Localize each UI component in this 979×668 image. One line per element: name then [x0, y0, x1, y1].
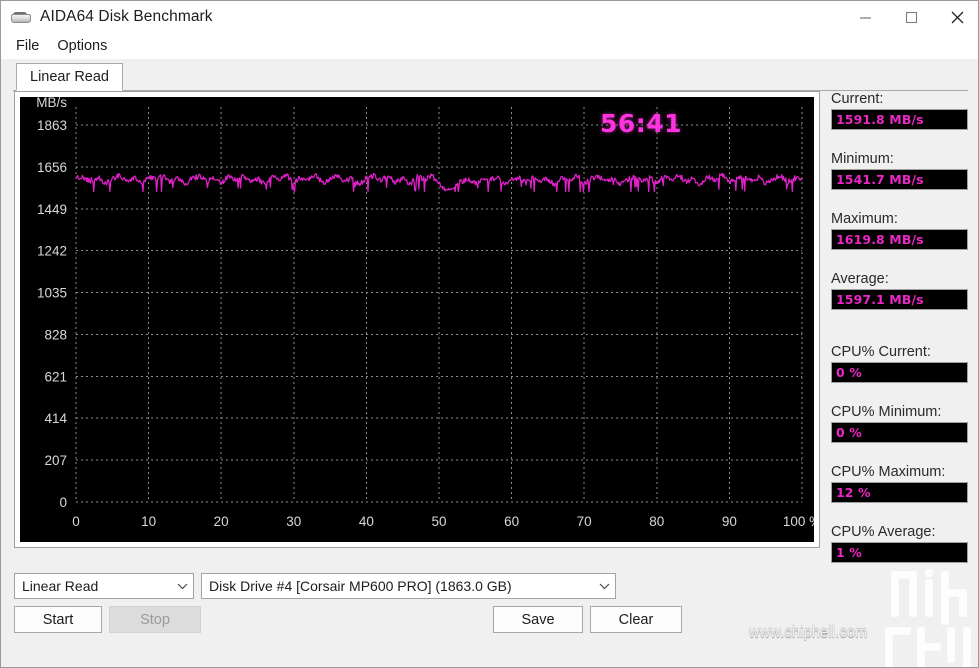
- disk-drive-select[interactable]: Disk Drive #4 [Corsair MP600 PRO] (1863.…: [201, 573, 616, 599]
- aida64-disk-benchmark-window: AIDA64 Disk Benchmark File Options Linea…: [0, 0, 979, 668]
- stat-box-cpu-average: 1 %: [831, 542, 968, 563]
- tab-linear-read[interactable]: Linear Read: [16, 63, 123, 91]
- stat-group-minimum: Minimum: 1541.7 MB/s: [831, 151, 976, 190]
- stat-box-average: 1597.1 MB/s: [831, 289, 968, 310]
- stat-group-cpu-average: CPU% Average: 1 %: [831, 524, 976, 563]
- control-bar: Linear Read Disk Drive #4 [Corsair MP600…: [1, 569, 978, 667]
- x-tick-label: 30: [286, 514, 301, 529]
- y-tick-label: 1242: [37, 244, 67, 259]
- elapsed-timer: 56:41: [600, 109, 683, 138]
- save-button[interactable]: Save: [493, 606, 583, 633]
- y-tick-label: 1656: [37, 160, 67, 175]
- stat-label-cpu-current: CPU% Current:: [831, 344, 931, 360]
- disk-drive-value: Disk Drive #4 [Corsair MP600 PRO] (1863.…: [209, 578, 512, 594]
- chevron-down-icon: [593, 582, 615, 590]
- y-tick-label: 828: [44, 327, 67, 342]
- x-tick-label: 100 %: [783, 514, 814, 529]
- window-title: AIDA64 Disk Benchmark: [40, 8, 213, 25]
- stat-box-cpu-maximum: 12 %: [831, 482, 968, 503]
- stat-value-maximum: 1619.8 MB/s: [836, 232, 924, 247]
- x-tick-label: 50: [431, 514, 446, 529]
- benchmark-chart-panel: 1863 1656 1449 1242 1035 828 621 414 207 0 MB/s 0 10…: [14, 91, 820, 548]
- stat-label-cpu-minimum: CPU% Minimum:: [831, 404, 942, 420]
- stat-label-minimum: Minimum:: [831, 151, 894, 167]
- x-tick-label: 20: [214, 514, 229, 529]
- stat-box-cpu-minimum: 0 %: [831, 422, 968, 443]
- stat-value-cpu-average: 1 %: [836, 545, 862, 560]
- stat-group-current: Current: 1591.8 MB/s: [831, 91, 976, 130]
- stat-group-cpu-maximum: CPU% Maximum: 12 %: [831, 464, 976, 503]
- x-tick-label: 60: [504, 514, 519, 529]
- stat-label-maximum: Maximum:: [831, 211, 898, 227]
- y-tick-label: 1035: [37, 286, 67, 301]
- stat-box-maximum: 1619.8 MB/s: [831, 229, 968, 250]
- chart-plot-area: 1863 1656 1449 1242 1035 828 621 414 207 0 MB/s 0 10…: [20, 97, 814, 542]
- y-tick-label: 207: [44, 453, 67, 468]
- stat-value-cpu-maximum: 12 %: [836, 485, 871, 500]
- x-tick-label: 90: [722, 514, 737, 529]
- y-tick-label: 414: [44, 411, 67, 426]
- title-bar: AIDA64 Disk Benchmark: [1, 1, 978, 33]
- y-axis-unit-label: MB/s: [36, 97, 67, 110]
- stat-value-current: 1591.8 MB/s: [836, 112, 924, 127]
- menu-item-file[interactable]: File: [9, 36, 46, 56]
- window-controls: [842, 1, 978, 33]
- stat-box-minimum: 1541.7 MB/s: [831, 169, 968, 190]
- menu-bar: File Options: [1, 33, 978, 59]
- start-button[interactable]: Start: [14, 606, 102, 633]
- x-tick-label: 10: [141, 514, 156, 529]
- x-tick-label: 40: [359, 514, 374, 529]
- stat-label-average: Average:: [831, 271, 889, 287]
- stat-group-average: Average: 1597.1 MB/s: [831, 271, 976, 310]
- x-tick-label: 80: [649, 514, 664, 529]
- stat-value-average: 1597.1 MB/s: [836, 292, 924, 307]
- close-button[interactable]: [934, 1, 978, 33]
- stat-label-cpu-average: CPU% Average:: [831, 524, 936, 540]
- stat-value-cpu-minimum: 0 %: [836, 425, 862, 440]
- chart-svg: 186316561449124210358286214142070MB/s0 10…: [36, 97, 814, 529]
- statistics-sidebar: Current: 1591.8 MB/s Minimum: 1541.7 MB/s Ma…: [831, 91, 976, 623]
- x-tick-label: 0: [72, 514, 80, 529]
- watermark-url: www.chiphell.com: [749, 625, 868, 641]
- chevron-down-icon: [171, 582, 193, 590]
- stat-value-cpu-current: 0 %: [836, 365, 862, 380]
- disk-drive-icon: [9, 8, 31, 26]
- minimize-button[interactable]: [842, 1, 888, 33]
- stat-label-current: Current:: [831, 91, 884, 107]
- y-tick-label: 0: [59, 495, 67, 510]
- y-tick-label: 1449: [37, 202, 67, 217]
- benchmark-mode-select[interactable]: Linear Read: [14, 573, 194, 599]
- benchmark-mode-value: Linear Read: [22, 578, 99, 594]
- stat-value-minimum: 1541.7 MB/s: [836, 172, 924, 187]
- clear-button[interactable]: Clear: [590, 606, 682, 633]
- stat-box-current: 1591.8 MB/s: [831, 109, 968, 130]
- y-tick-label: 1863: [37, 118, 67, 133]
- x-tick-label: 70: [577, 514, 592, 529]
- stat-group-cpu-minimum: CPU% Minimum: 0 %: [831, 404, 976, 443]
- stat-box-cpu-current: 0 %: [831, 362, 968, 383]
- menu-item-options[interactable]: Options: [50, 36, 114, 56]
- maximize-button[interactable]: [888, 1, 934, 33]
- tab-strip: Linear Read: [13, 63, 968, 91]
- stat-group-maximum: Maximum: 1619.8 MB/s: [831, 211, 976, 250]
- stop-button: Stop: [109, 606, 201, 633]
- y-tick-label: 621: [44, 369, 67, 384]
- stat-group-cpu-current: CPU% Current: 0 %: [831, 344, 976, 383]
- stat-label-cpu-maximum: CPU% Maximum:: [831, 464, 946, 480]
